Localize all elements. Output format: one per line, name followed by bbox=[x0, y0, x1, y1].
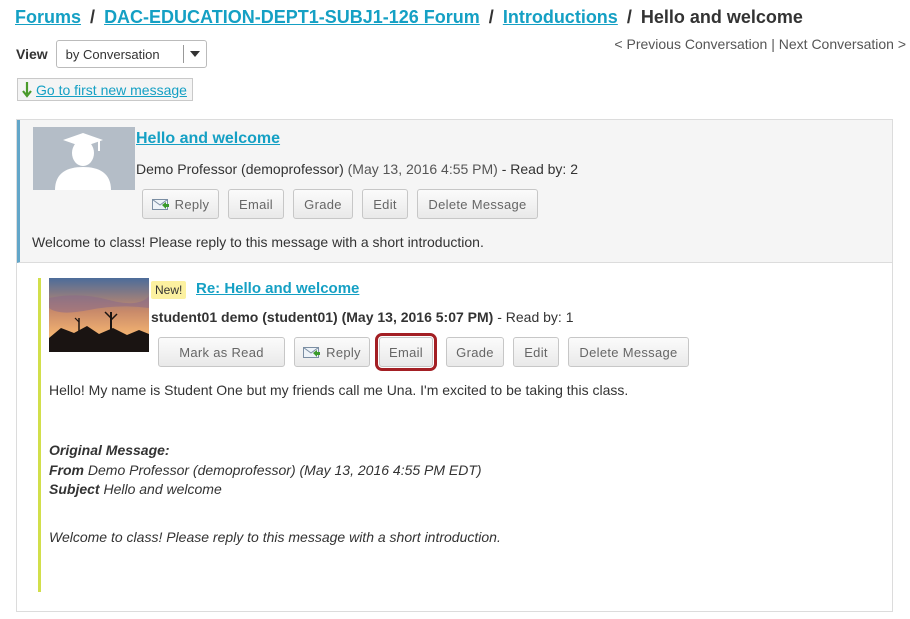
breadcrumb-separator: / bbox=[488, 7, 494, 27]
message-meta: Demo Professor (demoprofessor) (May 13, … bbox=[136, 161, 578, 177]
reply-button-label: Reply bbox=[326, 344, 361, 360]
original-from-label: From bbox=[49, 461, 84, 478]
message-title-link[interactable]: Hello and welcome bbox=[136, 130, 280, 148]
original-subject-label: Subject bbox=[49, 481, 100, 497]
mark-as-read-button[interactable]: Mark as Read bbox=[158, 337, 285, 367]
down-arrow-icon bbox=[22, 81, 32, 98]
reply-icon bbox=[303, 347, 321, 358]
top-message-actions: Reply Email Grade Edit Delete Message bbox=[142, 189, 547, 219]
message-body: Welcome to class! Please reply to this m… bbox=[32, 234, 484, 250]
sunset-avatar-icon bbox=[49, 278, 149, 352]
message-title-link[interactable]: Re: Hello and welcome bbox=[196, 280, 359, 297]
email-button[interactable]: Email bbox=[375, 333, 437, 371]
original-subject-value: Hello and welcome bbox=[103, 481, 222, 497]
breadcrumb-forum-link[interactable]: DAC-EDUCATION-DEPT1-SUBJ1-126 Forum bbox=[104, 7, 480, 27]
reply-button-label: Reply bbox=[174, 196, 210, 212]
reply-message: New! Re: Hello and welcome student01 dem… bbox=[38, 278, 888, 592]
new-badge: New! bbox=[151, 281, 187, 299]
view-label: View bbox=[16, 46, 48, 62]
next-conversation-link[interactable]: Next Conversation > bbox=[779, 36, 906, 52]
avatar bbox=[33, 127, 135, 190]
reply-icon bbox=[151, 199, 169, 210]
breadcrumb-separator: / bbox=[90, 7, 96, 27]
message-author: Demo Professor (demoprofessor) bbox=[136, 161, 344, 177]
message-read-by: - Read by: 1 bbox=[497, 309, 574, 325]
original-message: Original Message: From Demo Professor (d… bbox=[49, 441, 501, 547]
select-divider bbox=[182, 45, 184, 63]
original-message-heading: Original Message: bbox=[49, 442, 170, 458]
reply-message-actions: Mark as Read Reply Email Grade Edit Dele… bbox=[158, 333, 698, 371]
thread-container: Hello and welcome Demo Professor (demopr… bbox=[16, 119, 893, 612]
view-select[interactable]: by Conversation bbox=[55, 40, 207, 68]
top-message: Hello and welcome Demo Professor (demopr… bbox=[17, 120, 892, 263]
delete-message-button[interactable]: Delete Message bbox=[568, 337, 689, 367]
first-new-message-link[interactable]: Go to first new message bbox=[36, 82, 187, 98]
previous-conversation-link[interactable]: < Previous Conversation bbox=[614, 36, 767, 52]
message-meta: student01 demo (student01) (May 13, 2016… bbox=[151, 309, 574, 325]
conversation-nav-separator: | bbox=[771, 36, 775, 52]
message-read-by: - Read by: 2 bbox=[501, 161, 578, 177]
breadcrumb-current: Hello and welcome bbox=[640, 7, 803, 27]
reply-button[interactable]: Reply bbox=[142, 189, 219, 219]
delete-message-button[interactable]: Delete Message bbox=[417, 189, 538, 219]
conversation-nav: < Previous Conversation | Next Conversat… bbox=[614, 36, 906, 52]
breadcrumb-separator: / bbox=[626, 7, 632, 27]
reply-button[interactable]: Reply bbox=[294, 337, 370, 367]
grade-button[interactable]: Grade bbox=[293, 189, 353, 219]
message-date: (May 13, 2016 5:07 PM) bbox=[341, 309, 494, 325]
view-select-value: by Conversation bbox=[65, 46, 160, 62]
default-avatar-icon bbox=[33, 127, 135, 190]
first-new-message-box: Go to first new message bbox=[17, 78, 193, 101]
chevron-down-icon bbox=[189, 51, 200, 57]
grade-button[interactable]: Grade bbox=[446, 337, 504, 367]
original-body: Welcome to class! Please reply to this m… bbox=[49, 528, 501, 545]
original-from-value: Demo Professor (demoprofessor) (May 13, … bbox=[87, 461, 482, 478]
message-author: student01 demo (student01) bbox=[151, 309, 338, 325]
view-row: View by Conversation bbox=[16, 40, 207, 68]
breadcrumb-forums-link[interactable]: Forums bbox=[15, 7, 81, 27]
email-button[interactable]: Email bbox=[228, 189, 284, 219]
message-date: (May 13, 2016 4:55 PM) bbox=[347, 161, 498, 177]
breadcrumb-topic-link[interactable]: Introductions bbox=[503, 7, 618, 27]
breadcrumb: Forums / DAC-EDUCATION-DEPT1-SUBJ1-126 F… bbox=[15, 7, 803, 28]
avatar bbox=[49, 278, 149, 352]
edit-button[interactable]: Edit bbox=[362, 189, 408, 219]
message-body: Hello! My name is Student One but my fri… bbox=[49, 382, 629, 398]
edit-button[interactable]: Edit bbox=[513, 337, 559, 367]
